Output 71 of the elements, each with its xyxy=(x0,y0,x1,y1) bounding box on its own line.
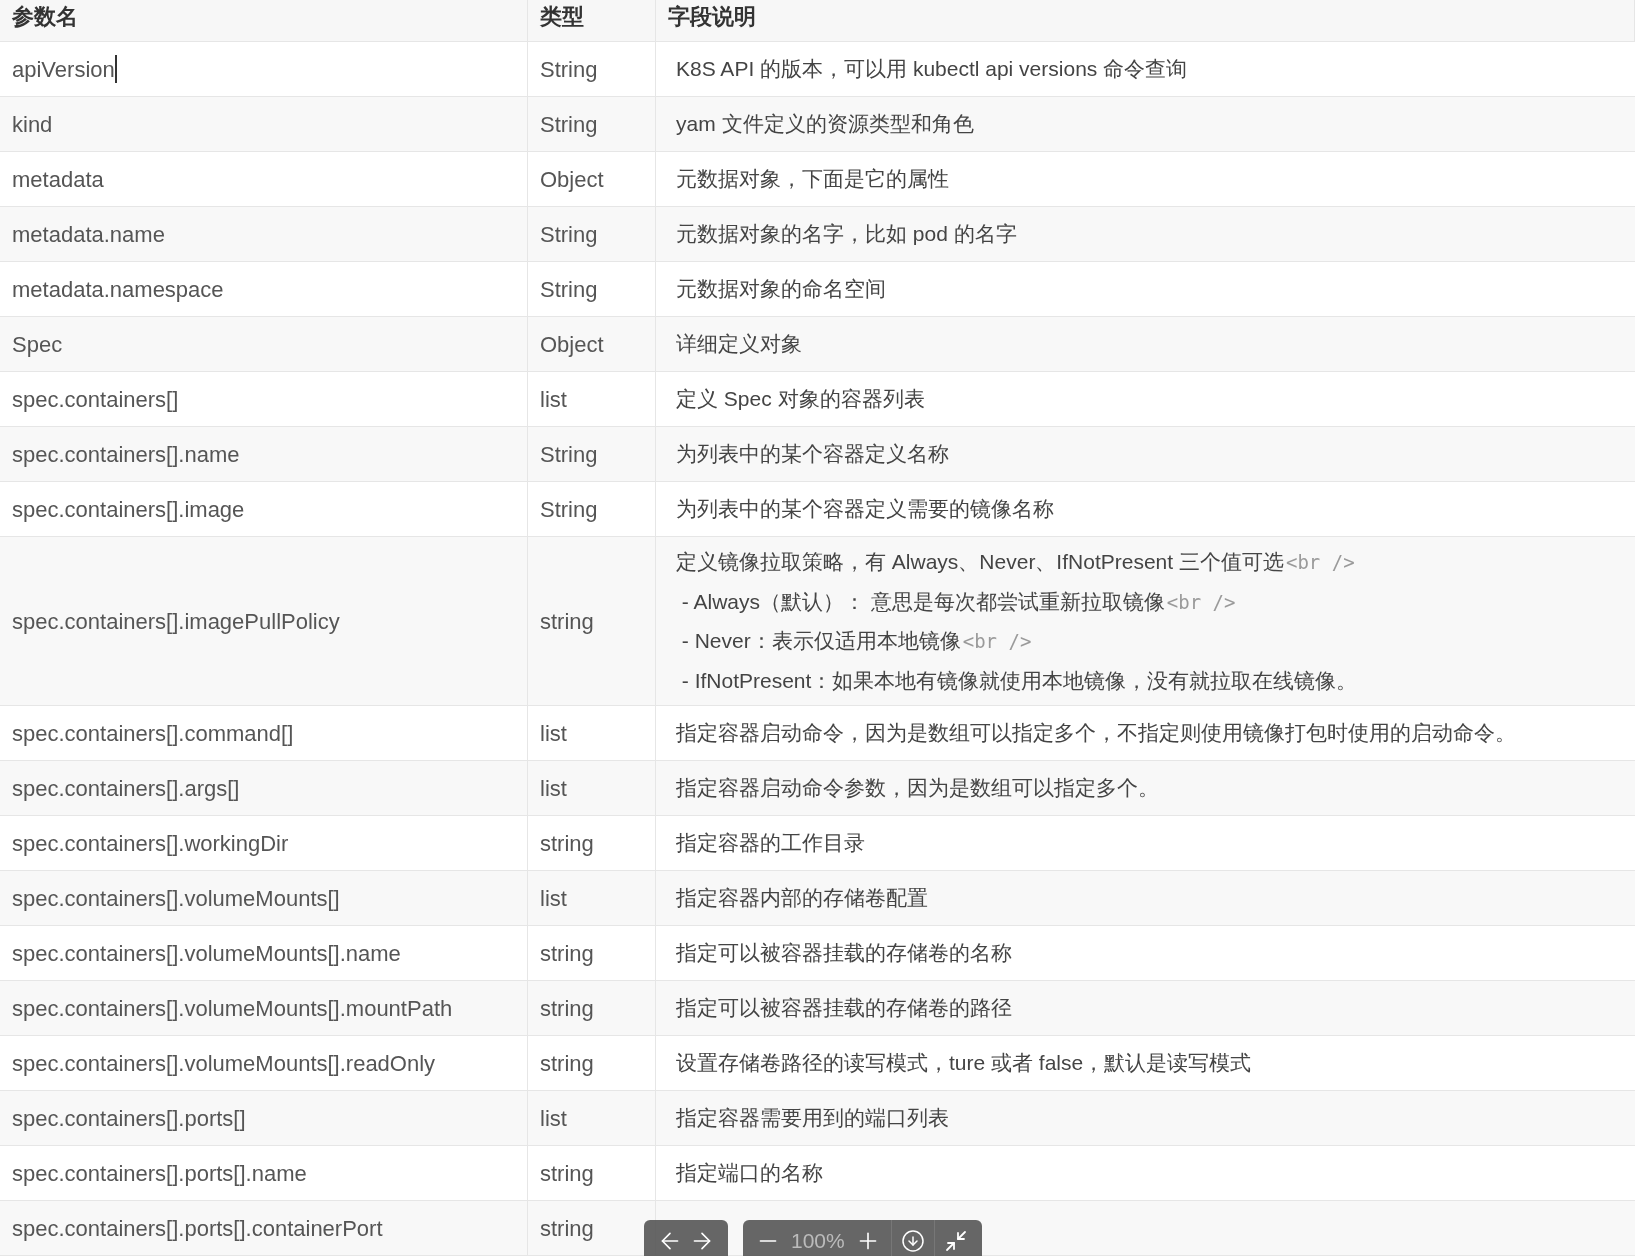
type-text: list xyxy=(540,1104,567,1133)
parameter-name: spec.containers[].imagePullPolicy xyxy=(12,607,340,636)
parameter-name: metadata xyxy=(12,165,104,194)
description-text: 元数据对象的命名空间 xyxy=(676,276,886,303)
description-text: 元数据对象的名字，比如 pod 的名字 xyxy=(676,221,1017,248)
description-text: 指定可以被容器挂载的存储卷的路径 xyxy=(676,995,1012,1022)
type-text: string xyxy=(540,829,594,858)
description-text: 指定可以被容器挂载的存储卷的名称 xyxy=(676,940,1012,967)
column-header: 类型 xyxy=(528,0,656,41)
description-text: 指定容器启动命令参数，因为是数组可以指定多个。 xyxy=(676,775,1159,802)
description-text: 元数据对象，下面是它的属性 xyxy=(676,166,949,193)
type-text: list xyxy=(540,385,567,414)
type-text: string xyxy=(540,1214,594,1243)
description-text: 指定容器的工作目录 xyxy=(676,830,865,857)
description-text: 指定端口的名称 xyxy=(676,1160,823,1187)
parameter-name: spec.containers[].workingDir xyxy=(12,829,289,858)
type-text: string xyxy=(540,1159,594,1188)
description-text: 为列表中的某个容器定义需要的镜像名称 xyxy=(676,496,1054,523)
description-text: 详细定义对象 xyxy=(676,331,802,358)
description-text: - Never：表示仅适用本地镜像 xyxy=(680,628,961,654)
description-text: 指定容器需要用到的端口列表 xyxy=(676,1105,949,1132)
html-tag: <br /> xyxy=(962,627,1032,656)
column-header: 字段说明 xyxy=(656,0,1635,41)
parameter-name: spec.containers[].volumeMounts[].mountPath xyxy=(12,994,453,1023)
parameter-name: spec.containers[].name xyxy=(12,440,240,469)
type-text: string xyxy=(540,994,594,1023)
description-text: 定义镜像拉取策略，有 Always、Never、IfNotPresent 三个值可选 xyxy=(676,549,1284,575)
parameter-name: Spec xyxy=(12,330,63,359)
html-tag: <br /> xyxy=(1285,548,1355,577)
parameter-name: metadata.namespace xyxy=(12,275,224,304)
description-text: 定义 Spec 对象的容器列表 xyxy=(676,386,925,413)
parameter-name: spec.containers[].ports[] xyxy=(12,1104,246,1133)
description-text: 设置存储卷路径的读写模式，ture 或者 false，默认是读写模式 xyxy=(676,1050,1252,1077)
parameter-name: kind xyxy=(12,110,53,139)
parameter-name: spec.containers[].command[] xyxy=(12,719,294,748)
download-icon[interactable] xyxy=(900,1229,925,1253)
parameter-name: metadata.name xyxy=(12,220,165,249)
type-text: list xyxy=(540,719,567,748)
parameter-name: spec.containers[].args[] xyxy=(12,774,240,803)
type-text: String xyxy=(540,55,598,84)
zoom-level: 100% xyxy=(791,1228,845,1255)
parameter-name: spec.containers[].volumeMounts[].name xyxy=(12,939,401,968)
type-text: string xyxy=(540,1049,594,1078)
parameter-name: spec.containers[].volumeMounts[].readOnly xyxy=(12,1049,436,1078)
description-text: - IfNotPresent：如果本地有镜像就使用本地镜像，没有就拉取在线镜像。 xyxy=(680,667,1358,694)
description-text: yam 文件定义的资源类型和角色 xyxy=(676,111,974,138)
parameter-name: spec.containers[].ports[].containerPort xyxy=(12,1214,383,1243)
type-text: String xyxy=(540,275,598,304)
column-header: 参数名 xyxy=(0,0,528,41)
description-text: K8S API 的版本，可以用 kubectl api versions 命令查询 xyxy=(676,56,1188,83)
description-text: 指定容器启动命令，因为是数组可以指定多个，不指定则使用镜像打包时使用的启动命令。 xyxy=(676,720,1516,747)
description-text: 指定容器内部的存储卷配置 xyxy=(676,885,928,912)
exit-fullscreen-icon[interactable] xyxy=(943,1229,968,1253)
parameter-name: spec.containers[] xyxy=(12,385,179,414)
type-text: Object xyxy=(540,165,604,194)
type-text: list xyxy=(540,774,567,803)
type-text: String xyxy=(540,440,598,469)
parameter-name: spec.containers[].volumeMounts[] xyxy=(12,884,340,913)
description-text: - Always（默认）： 意思是每次都尝试重新拉取镜像 xyxy=(680,588,1165,615)
type-text: String xyxy=(540,495,598,524)
parameter-name: spec.containers[].ports[].name xyxy=(12,1159,307,1188)
type-text: Object xyxy=(540,330,604,359)
html-tag: <br /> xyxy=(1166,587,1236,616)
parameter-name: apiVersion xyxy=(12,55,115,84)
parameter-name: spec.containers[].image xyxy=(12,495,245,524)
type-text: String xyxy=(540,110,598,139)
description-text: 为列表中的某个容器定义名称 xyxy=(676,441,949,468)
type-text: string xyxy=(540,939,594,968)
type-text: String xyxy=(540,220,598,249)
type-text: list xyxy=(540,884,567,913)
type-text: string xyxy=(540,607,594,636)
